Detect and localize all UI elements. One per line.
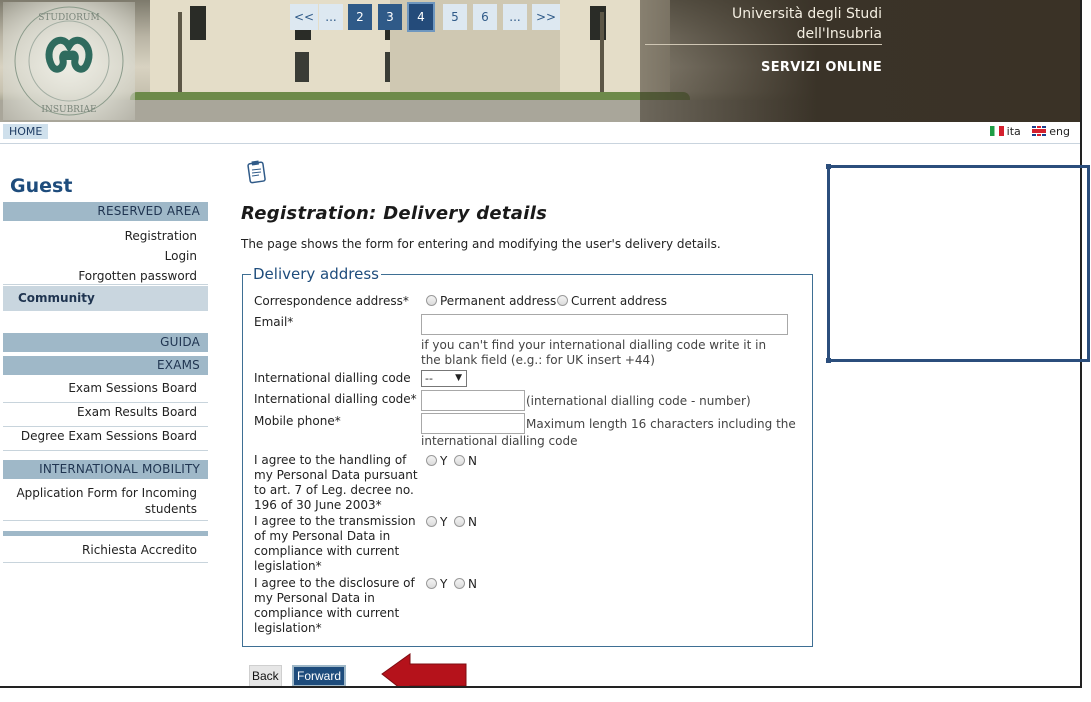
- radio-icon[interactable]: [426, 578, 437, 589]
- pager-page-6[interactable]: 6: [473, 4, 497, 30]
- sidebar-user: Guest: [10, 175, 73, 197]
- sidebar-header-guida[interactable]: GUIDA: [3, 333, 208, 352]
- sidebar-item-application-form[interactable]: Application Form for Incoming students: [3, 485, 208, 521]
- sidebar-item-degree-exam-sessions-board[interactable]: Degree Exam Sessions Board: [3, 428, 208, 451]
- email-label: Email*: [254, 315, 294, 329]
- radio-icon[interactable]: [426, 455, 437, 466]
- servizi-online-title: SERVIZI ONLINE: [761, 60, 882, 75]
- consent-handling-no[interactable]: N: [454, 454, 477, 469]
- dialling-code-input-label: International dialling code*: [254, 392, 417, 406]
- email-field[interactable]: [421, 314, 788, 335]
- pager-page-5[interactable]: 5: [443, 4, 467, 30]
- highlight-rectangle-annotation: [826, 164, 1090, 363]
- sidebar-item-login[interactable]: Login: [3, 248, 208, 264]
- back-button[interactable]: Back: [249, 665, 282, 686]
- uk-flag-icon[interactable]: [1032, 126, 1047, 136]
- page-title: Registration: Delivery details: [241, 203, 548, 224]
- consent-handling-label: I agree to the handling of my Personal D…: [254, 453, 418, 512]
- language-switcher: ita eng: [989, 125, 1070, 138]
- mobile-phone-hint-1: Maximum length 16 characters including t…: [526, 417, 796, 431]
- sidebar-item-registration[interactable]: Registration: [3, 228, 208, 244]
- radio-icon[interactable]: [454, 578, 465, 589]
- pager-page-3[interactable]: 3: [378, 4, 402, 30]
- home-link[interactable]: HOME: [3, 124, 49, 139]
- pager-ellipsis-left[interactable]: ...: [319, 4, 343, 30]
- red-arrow-annotation-icon: [381, 653, 467, 686]
- pager-page-2[interactable]: 2: [348, 4, 372, 30]
- dialling-code-hint: if you can't find your international dia…: [421, 338, 767, 367]
- mobile-phone-hint-2: international dialling code: [421, 434, 578, 448]
- dialling-code-input[interactable]: [421, 390, 525, 411]
- top-navbar: HOME ita eng: [0, 122, 1080, 144]
- pager-page-4-current[interactable]: 4: [407, 2, 435, 32]
- svg-text:INSUBRIAE: INSUBRIAE: [41, 105, 96, 115]
- lang-eng-link[interactable]: eng: [1049, 125, 1070, 138]
- forward-button[interactable]: Forward: [292, 665, 347, 686]
- mobile-phone-label: Mobile phone*: [254, 414, 341, 428]
- consent-handling-yes[interactable]: Y: [426, 454, 447, 469]
- radio-icon[interactable]: [557, 295, 568, 306]
- radio-icon[interactable]: [426, 516, 437, 527]
- sidebar-item-richiesta-accredito[interactable]: Richiesta Accredito: [3, 542, 208, 563]
- italy-flag-icon[interactable]: [989, 126, 1004, 136]
- consent-disclosure-yes[interactable]: Y: [426, 577, 447, 592]
- consent-disclosure-no[interactable]: N: [454, 577, 477, 592]
- radio-icon[interactable]: [454, 516, 465, 527]
- sidebar-item-forgotten-password[interactable]: Forgotten password: [3, 268, 208, 285]
- consent-disclosure-label: I agree to the disclosure of my Personal…: [254, 576, 415, 635]
- permanent-address-radio[interactable]: Permanent address: [426, 294, 556, 309]
- university-name: Università degli Studi dell'Insubria: [731, 6, 882, 42]
- pager-ellipsis-right[interactable]: ...: [503, 4, 527, 30]
- university-logo[interactable]: STUDIORUM INSUBRIAE: [3, 2, 135, 120]
- sidebar-header-exams: EXAMS: [3, 356, 208, 375]
- correspondence-address-label: Correspondence address*: [254, 294, 409, 308]
- sidebar-item-exam-results-board[interactable]: Exam Results Board: [3, 404, 208, 427]
- sidebar-item-exam-sessions-board[interactable]: Exam Sessions Board: [3, 380, 208, 403]
- delivery-address-legend: Delivery address: [253, 265, 379, 283]
- dialling-code-input-hint: (international dialling code - number): [526, 394, 751, 408]
- pager-last[interactable]: >>: [532, 4, 561, 30]
- consent-transmission-label: I agree to the transmission of my Person…: [254, 514, 416, 573]
- radio-icon[interactable]: [454, 455, 465, 466]
- consent-transmission-yes[interactable]: Y: [426, 515, 447, 530]
- radio-icon[interactable]: [426, 295, 437, 306]
- mobile-phone-input[interactable]: [421, 413, 525, 434]
- pager-first[interactable]: <<: [290, 4, 319, 30]
- dialling-code-select-label: International dialling code: [254, 371, 411, 385]
- svg-text:STUDIORUM: STUDIORUM: [38, 13, 99, 23]
- dialling-code-select[interactable]: -- ▼: [421, 370, 467, 387]
- dropdown-arrow-icon: ▼: [455, 373, 462, 383]
- sidebar-item-community[interactable]: Community: [3, 286, 208, 311]
- sidebar-header-international-mobility: INTERNATIONAL MOBILITY: [3, 460, 208, 479]
- lang-ita-link[interactable]: ita: [1007, 125, 1021, 138]
- current-address-radio[interactable]: Current address: [557, 294, 667, 309]
- page-description: The page shows the form for entering and…: [241, 237, 721, 251]
- clipboard-icon: [247, 160, 266, 184]
- sidebar-header-reserved-area: RESERVED AREA: [3, 202, 208, 221]
- consent-transmission-no[interactable]: N: [454, 515, 477, 530]
